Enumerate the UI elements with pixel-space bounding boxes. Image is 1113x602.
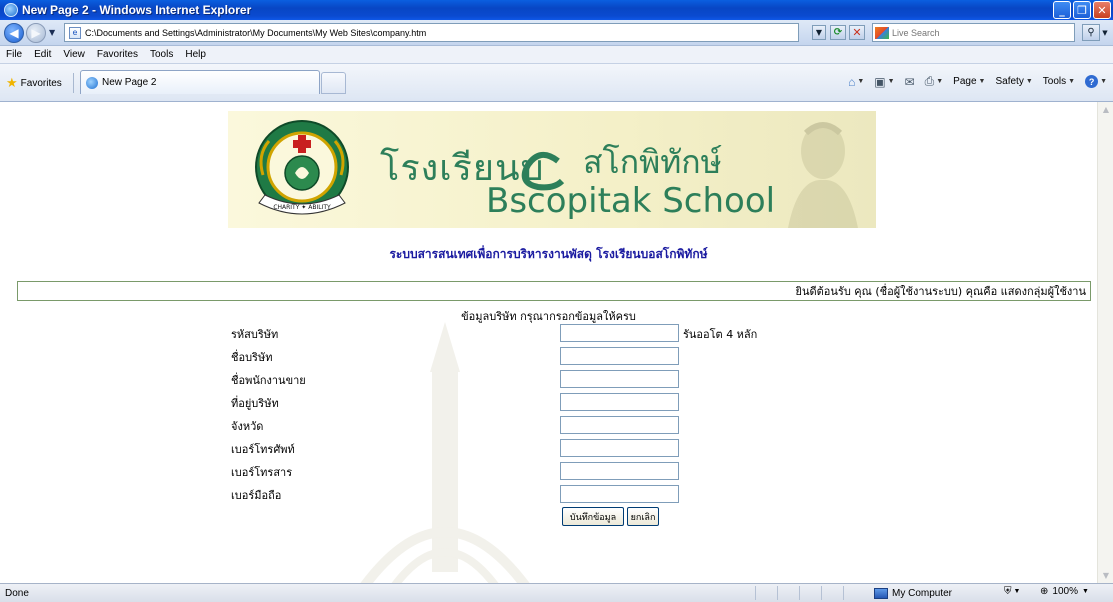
- salesperson-name-label: ชื่อพนักงานขาย: [231, 374, 306, 387]
- separator: [73, 73, 74, 93]
- company-id-hint: รันออโต 4 หลัก: [683, 328, 758, 341]
- computer-icon: [874, 587, 888, 599]
- new-tab-button[interactable]: [321, 72, 346, 94]
- print-icon: ⎙: [924, 74, 935, 88]
- phone-input[interactable]: [560, 439, 679, 457]
- zoom-level: 100%: [1052, 586, 1078, 597]
- feeds-button[interactable]: ▣ ▼: [874, 75, 894, 89]
- save-button[interactable]: บันทึกข้อมูล: [562, 507, 624, 526]
- print-button[interactable]: ⎙ ▼: [925, 74, 944, 89]
- status-text: Done: [5, 587, 29, 599]
- menu-tools[interactable]: Tools: [144, 49, 179, 60]
- school-seal-logo: CHARITY ✦ ABILITY: [255, 120, 349, 215]
- minimize-button[interactable]: _: [1053, 1, 1071, 19]
- home-button[interactable]: ⌂ ▼: [848, 75, 864, 89]
- status-panels: [755, 586, 863, 600]
- search-icon[interactable]: ⚲: [1082, 24, 1100, 41]
- favorites-bar: ★ Favorites New Page 2 ⌂ ▼ ▣ ▼ ✉ ⎙ ▼ Page ▼ …: [0, 64, 1113, 102]
- page-icon: e: [69, 26, 81, 39]
- window-controls: _ ❐ ✕: [1053, 1, 1111, 19]
- menu-edit[interactable]: Edit: [28, 49, 57, 60]
- search-dropdown-icon[interactable]: ▼: [1100, 24, 1110, 41]
- refresh-icon[interactable]: ⟳: [830, 25, 846, 40]
- scroll-down-icon[interactable]: ▼: [1099, 568, 1113, 583]
- company-id-input[interactable]: [560, 324, 679, 342]
- company-address-label: ที่อยู่บริษัท: [231, 397, 279, 410]
- school-watermark-image: [360, 322, 530, 583]
- close-button[interactable]: ✕: [1093, 1, 1111, 19]
- search-box[interactable]: [872, 23, 1075, 42]
- address-row: ◀ ▶ ▼ e C:\Documents and Settings\Admini…: [0, 20, 1113, 46]
- page-title: ระบบสารสนเทศเพื่อการบริหารงานพัสดุ โรงเร…: [389, 247, 708, 261]
- back-button[interactable]: ◀: [4, 22, 24, 43]
- window-title: New Page 2 - Windows Internet Explorer: [22, 3, 252, 17]
- svg-text:CHARITY ✦ ABILITY: CHARITY ✦ ABILITY: [273, 204, 331, 211]
- safety-menu[interactable]: Safety ▼: [995, 76, 1032, 87]
- phone-label: เบอร์โทรศัพท์: [231, 443, 295, 456]
- menu-file[interactable]: File: [0, 49, 28, 60]
- menu-favorites[interactable]: Favorites: [91, 49, 144, 60]
- home-icon: ⌂: [848, 74, 856, 89]
- title-bar[interactable]: New Page 2 - Windows Internet Explorer _…: [0, 0, 1113, 20]
- address-url: C:\Documents and Settings\Administrator\…: [85, 27, 427, 38]
- fax-label: เบอร์โทรสาร: [231, 466, 293, 479]
- mobile-input[interactable]: [560, 485, 679, 503]
- mobile-label: เบอร์มือถือ: [231, 489, 282, 502]
- stop-icon[interactable]: ✕: [849, 25, 865, 40]
- company-id-label: รหัสบริษัท: [231, 328, 279, 341]
- zoom-icon: ⊕: [1040, 586, 1049, 597]
- tools-menu[interactable]: Tools ▼: [1043, 76, 1075, 87]
- zone-label: My Computer: [892, 587, 953, 599]
- feeds-icon: ▣: [874, 74, 886, 89]
- favorites-button[interactable]: ★ Favorites: [6, 75, 62, 91]
- search-input[interactable]: [892, 27, 1062, 38]
- live-search-icon: [875, 26, 889, 39]
- tab-page-icon: [86, 76, 98, 89]
- company-name-label: ชื่อบริษัท: [231, 351, 273, 364]
- tab-label: New Page 2: [102, 77, 157, 88]
- banner-english-name: Bscopitak School: [486, 181, 776, 221]
- mail-button[interactable]: ✉: [905, 75, 915, 89]
- salesperson-name-input[interactable]: [560, 370, 679, 388]
- province-label: จังหวัด: [231, 420, 264, 433]
- welcome-bar: ยินดีต้อนรับ คุณ (ชื่อผู้ใช้งานระบบ) คุณ…: [17, 281, 1091, 301]
- favorites-label: Favorites: [20, 77, 62, 89]
- protected-mode-button[interactable]: ⛨ ▼: [1004, 586, 1020, 597]
- command-bar: ⌂ ▼ ▣ ▼ ✉ ⎙ ▼ Page ▼ Safety ▼ Tools ▼ ? ▼: [848, 74, 1107, 89]
- zoom-dropdown-icon: ▼: [1081, 588, 1089, 595]
- shield-icon: ⛨: [1004, 586, 1012, 597]
- forward-button[interactable]: ▶: [26, 22, 46, 43]
- menu-bar: File Edit View Favorites Tools Help: [0, 46, 1113, 64]
- menu-view[interactable]: View: [57, 49, 91, 60]
- school-banner: CHARITY ✦ ABILITY โรงเรียนบ สโกพิทักษ์ B…: [228, 111, 876, 228]
- ie-window: New Page 2 - Windows Internet Explorer _…: [0, 0, 1113, 602]
- scroll-up-icon[interactable]: ▲: [1099, 102, 1113, 117]
- welcome-text: ยินดีต้อนรับ คุณ (ชื่อผู้ใช้งานระบบ) คุณ…: [795, 285, 1086, 298]
- cancel-button[interactable]: ยกเลิก: [627, 507, 659, 526]
- company-name-input[interactable]: [560, 347, 679, 365]
- company-address-input[interactable]: [560, 393, 679, 411]
- ie-icon: [4, 3, 18, 17]
- founder-portrait-image: [788, 122, 858, 228]
- help-button[interactable]: ? ▼: [1085, 75, 1107, 88]
- vertical-scrollbar[interactable]: ▲ ▼: [1097, 102, 1113, 583]
- address-dropdown-icon[interactable]: ▼: [812, 25, 826, 40]
- star-icon: ★: [6, 75, 18, 90]
- maximize-button[interactable]: ❐: [1073, 1, 1091, 19]
- recent-pages-dropdown-icon[interactable]: ▼: [49, 28, 55, 37]
- page-content: CHARITY ✦ ABILITY โรงเรียนบ สโกพิทักษ์ B…: [0, 102, 1097, 583]
- status-bar: Done My Computer ⛨ ▼ ⊕ 100% ▼: [0, 583, 1113, 602]
- help-icon: ?: [1085, 75, 1099, 88]
- fax-input[interactable]: [560, 462, 679, 480]
- zoom-control[interactable]: ⊕ 100% ▼: [1040, 586, 1089, 597]
- address-field[interactable]: e C:\Documents and Settings\Administrato…: [64, 23, 799, 42]
- tab-new-page-2[interactable]: New Page 2: [80, 70, 320, 94]
- province-input[interactable]: [560, 416, 679, 434]
- menu-help[interactable]: Help: [179, 49, 212, 60]
- mail-icon: ✉: [904, 74, 915, 89]
- security-zone[interactable]: My Computer: [874, 586, 952, 600]
- page-menu[interactable]: Page ▼: [953, 76, 985, 87]
